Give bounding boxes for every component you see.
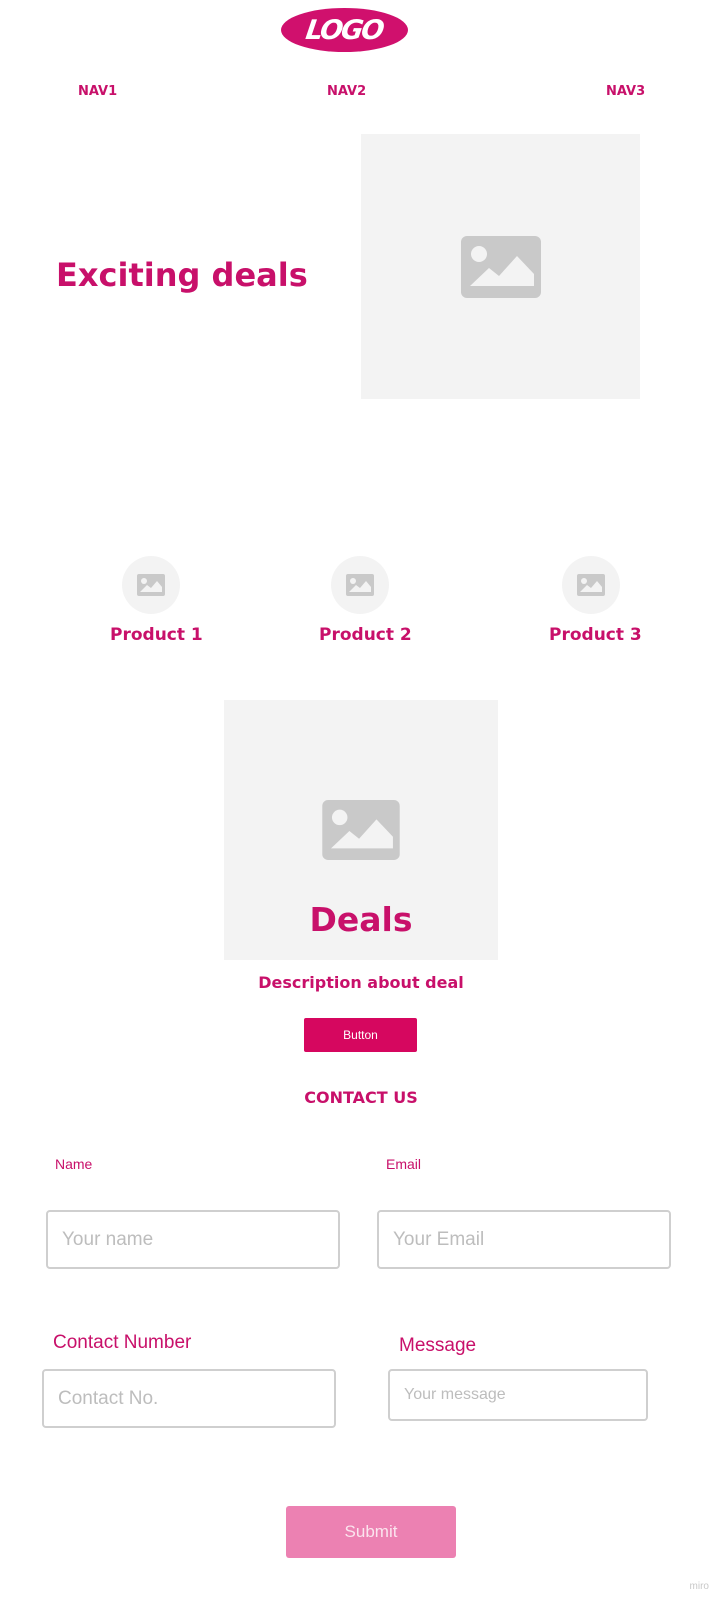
watermark: miro xyxy=(689,1581,709,1592)
nav-item-3[interactable]: NAV3 xyxy=(606,84,645,99)
nav-item-1[interactable]: NAV1 xyxy=(78,84,117,99)
deals-title: Deals xyxy=(309,900,413,939)
submit-button[interactable]: Submit xyxy=(286,1506,456,1558)
message-input[interactable] xyxy=(388,1369,648,1421)
deal-button[interactable]: Button xyxy=(304,1018,417,1052)
image-placeholder-icon xyxy=(346,574,374,596)
product-2-label[interactable]: Product 2 xyxy=(319,625,412,645)
contact-number-input[interactable] xyxy=(42,1369,336,1428)
image-placeholder-icon xyxy=(322,800,400,860)
email-label: Email xyxy=(386,1156,422,1172)
hero-title: Exciting deals xyxy=(56,256,308,294)
message-label: Message xyxy=(399,1335,477,1356)
nav-item-2[interactable]: NAV2 xyxy=(327,84,366,99)
name-label: Name xyxy=(55,1156,93,1172)
email-input[interactable] xyxy=(377,1210,671,1269)
deal-description: Description about deal xyxy=(258,973,464,992)
contact-heading: CONTACT US xyxy=(304,1088,418,1107)
product-3-image[interactable] xyxy=(562,556,620,614)
product-3-label[interactable]: Product 3 xyxy=(549,625,642,645)
product-1-image[interactable] xyxy=(122,556,180,614)
image-placeholder-icon xyxy=(461,236,541,298)
image-placeholder-icon xyxy=(137,574,165,596)
contact-number-label: Contact Number xyxy=(53,1332,192,1353)
logo-text: LOGO xyxy=(304,14,385,46)
logo[interactable]: LOGO xyxy=(281,8,408,52)
name-input[interactable] xyxy=(46,1210,340,1269)
product-1-label[interactable]: Product 1 xyxy=(110,625,203,645)
image-placeholder-icon xyxy=(577,574,605,596)
product-2-image[interactable] xyxy=(331,556,389,614)
hero-image xyxy=(361,134,640,399)
